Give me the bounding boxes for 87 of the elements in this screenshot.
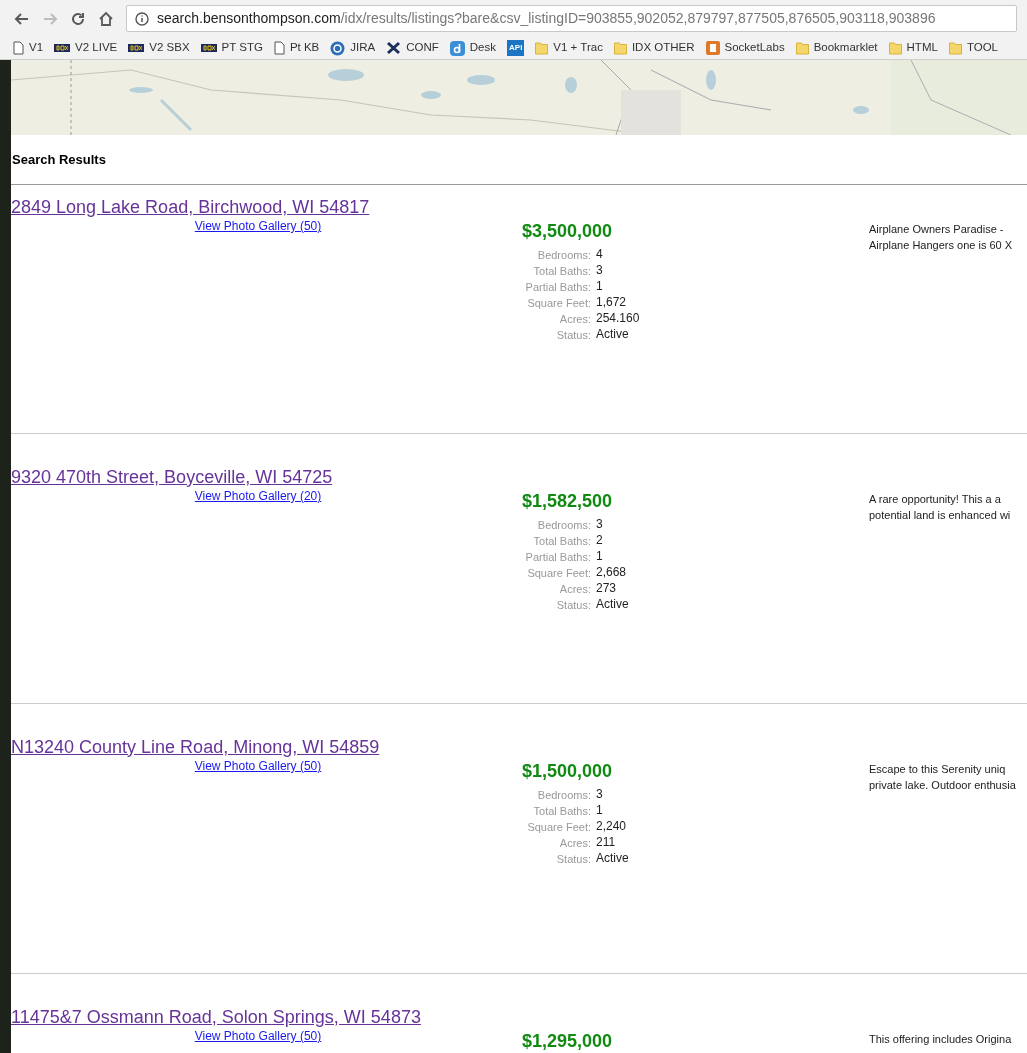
folder-icon [888, 41, 902, 55]
detail-value: 254.160 [596, 310, 640, 327]
logo-icon [200, 43, 217, 53]
logo-icon [54, 43, 71, 53]
page-icon [13, 41, 24, 55]
bookmark-link[interactable]: API [507, 40, 525, 56]
url-text: search.bensonthompson.com/idx/results/listings?bare&csv_listingID=903855,902052,879797,877505,876505,903118,903896 [157, 9, 936, 28]
detail-value: 1,672 [596, 294, 627, 311]
detail-value: Active [596, 326, 629, 343]
detail-label: Partial Baths: [524, 279, 591, 295]
bookmark-link[interactable]: Pt KB [273, 39, 320, 57]
bookmark-link[interactable]: HTML [888, 39, 938, 57]
description-line: potential land is enhanced wi [869, 508, 1011, 523]
bookmark-link[interactable]: Bookmarklet [795, 39, 878, 57]
detail-label: Partial Baths: [524, 549, 591, 565]
detail-value: 1 [596, 278, 603, 295]
detail-value: 2 [596, 532, 603, 549]
section-heading: Search Results [12, 150, 106, 169]
detail-label: Status: [555, 327, 591, 343]
detail-value: 2,668 [596, 564, 627, 581]
folder-icon [535, 41, 549, 55]
detail-value: 211 [596, 834, 616, 851]
detail-label: Acres: [558, 311, 591, 327]
detail-value: 2,240 [596, 818, 627, 835]
listing-address-link[interactable]: 2849 Long Lake Road, Birchwood, WI 54817 [11, 197, 370, 216]
bookmark-link[interactable]: TOOL [948, 39, 998, 57]
listing-address-link[interactable]: 9320 470th Street, Boyceville, WI 54725 [11, 467, 333, 486]
detail-value: Active [596, 596, 629, 613]
photo-gallery-link[interactable]: View Photo Gallery (20) [194, 488, 322, 504]
detail-label: Square Feet: [526, 565, 591, 581]
detail-value: 1 [596, 802, 603, 819]
bookmark-link[interactable]: Desk [449, 39, 496, 57]
detail-label: Acres: [558, 581, 591, 597]
bookmark-link[interactable]: V2 LIVE [54, 39, 118, 57]
detail-label: Total Baths: [532, 533, 591, 549]
listing-price: $3,500,000 [522, 220, 613, 243]
description-line: Escape to this Serenity uniq [869, 762, 1006, 777]
detail-label: Status: [555, 851, 591, 867]
home-icon [97, 9, 115, 28]
listing-price: $1,295,000 [522, 1030, 613, 1053]
description-line: Airplane Hangers one is 60 X [869, 238, 1013, 253]
bookmark-link[interactable]: V1 + Trac [535, 39, 603, 57]
description-line: A rare opportunity! This a a [869, 492, 1001, 507]
square-logo-icon [705, 41, 720, 55]
detail-value: 3 [596, 786, 603, 803]
detail-label: Total Baths: [532, 263, 591, 279]
folder-icon [613, 41, 627, 55]
detail-label: Status: [555, 597, 591, 613]
photo-gallery-link[interactable]: View Photo Gallery (50) [194, 758, 322, 774]
detail-value: Active [596, 850, 629, 867]
cross-logo-icon [386, 41, 402, 55]
desk-logo-icon [449, 40, 465, 56]
detail-label: Bedrooms: [536, 517, 591, 533]
detail-value: 273 [596, 580, 617, 597]
detail-label: Total Baths: [532, 803, 591, 819]
bookmark-link[interactable]: SocketLabs [705, 39, 785, 57]
folder-icon [948, 41, 962, 55]
detail-value: 3 [596, 262, 603, 279]
listing-address-link[interactable]: N13240 County Line Road, Minong, WI 54859 [11, 737, 380, 756]
description-line: private lake. Outdoor enthusia [869, 778, 1016, 793]
page-icon [273, 41, 285, 55]
circle-logo-icon [330, 40, 346, 56]
bookmark-link[interactable]: CONF [386, 39, 439, 57]
address-bar[interactable]: search.bensonthompson.com/idx/results/listings?bare&csv_listingID=903855,902052,879797,877505,876505,903118,903896 [126, 5, 1017, 32]
detail-value: 1 [596, 548, 603, 565]
description-line: This offering includes Origina [869, 1032, 1012, 1047]
bookmark-link[interactable]: JIRA [330, 39, 376, 57]
detail-label: Acres: [558, 835, 591, 851]
photo-gallery-link[interactable]: View Photo Gallery (50) [194, 1028, 322, 1044]
detail-label: Square Feet: [526, 819, 591, 835]
description-line: Airplane Owners Paradise - [869, 222, 1004, 237]
folder-icon [795, 41, 809, 55]
detail-value: 4 [596, 246, 603, 263]
info-icon [135, 11, 149, 26]
bookmark-link[interactable]: V2 SBX [128, 39, 190, 57]
listing-price: $1,582,500 [522, 490, 613, 513]
photo-gallery-link[interactable]: View Photo Gallery (50) [194, 218, 322, 234]
detail-label: Square Feet: [526, 295, 591, 311]
listing-address-link[interactable]: 11475&7 Ossmann Road, Solon Springs, WI 54873 [11, 1007, 421, 1026]
detail-label: Bedrooms: [536, 247, 591, 263]
listing-price: $1,500,000 [522, 760, 613, 783]
detail-value: 3 [596, 516, 603, 533]
bookmark-link[interactable]: V1 [13, 39, 44, 57]
logo-icon [128, 43, 145, 53]
bookmark-link[interactable]: PT STG [200, 39, 263, 57]
bookmark-link[interactable]: IDX OTHER [613, 39, 695, 57]
detail-label: Bedrooms: [536, 787, 591, 803]
